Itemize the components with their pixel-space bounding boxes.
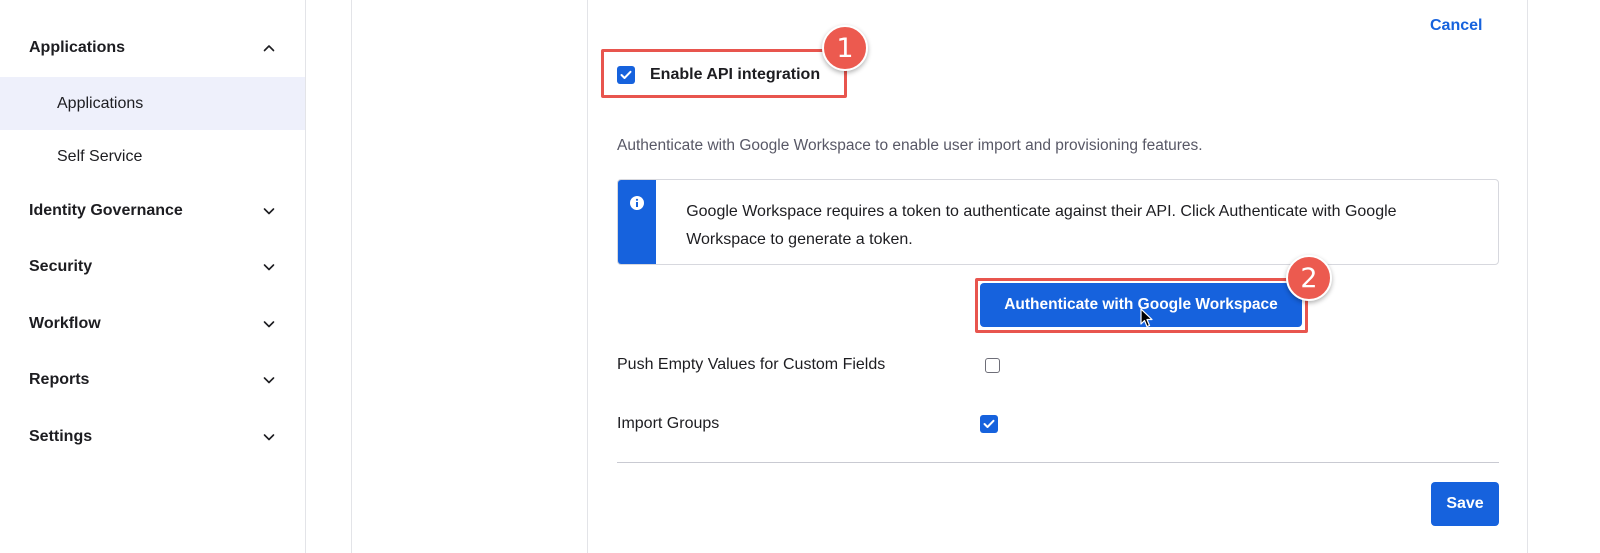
nav-section-label: Workflow [29, 315, 101, 332]
chevron-down-icon [261, 316, 277, 332]
nav-sub-self-service[interactable]: Self Service [0, 130, 305, 183]
nav-section-label: Security [29, 258, 93, 275]
push-empty-values-checkbox[interactable] [985, 358, 1000, 373]
api-description: Authenticate with Google Workspace to en… [617, 137, 1203, 154]
nav-section-security[interactable]: Security [0, 247, 305, 287]
nav-section-label: Reports [29, 371, 90, 388]
info-callout: Google Workspace requires a token to aut… [617, 179, 1499, 265]
mouse-pointer-icon [1140, 308, 1154, 333]
import-groups-label: Import Groups [617, 415, 720, 432]
chevron-down-icon [261, 259, 277, 275]
sidebar: Applications Applications Self Service I… [0, 0, 306, 553]
form-divider [617, 462, 1499, 463]
nav-section-label: Applications [29, 39, 126, 56]
nav-section-settings[interactable]: Settings [0, 417, 305, 457]
checkmark-icon [983, 419, 995, 428]
callout-text: Google Workspace requires a token to aut… [686, 203, 1397, 248]
enable-api-checkbox[interactable] [617, 66, 635, 84]
nav-section-identity-governance[interactable]: Identity Governance [0, 191, 305, 231]
nav-section-applications[interactable]: Applications [0, 28, 305, 68]
nav-section-label: Identity Governance [29, 202, 183, 219]
push-empty-values-label: Push Empty Values for Custom Fields [617, 356, 886, 373]
step-badge-1: 1 [822, 25, 868, 71]
callout-accent-bar [618, 180, 657, 264]
step-badge-2: 2 [1286, 255, 1332, 301]
panel-border-right [1527, 0, 1528, 553]
chevron-down-icon [261, 203, 277, 219]
cancel-link[interactable]: Cancel [1430, 17, 1482, 35]
nav-section-label: Settings [29, 428, 93, 445]
info-icon [630, 196, 645, 210]
chevron-down-icon [261, 429, 277, 445]
chevron-down-icon [261, 372, 277, 388]
chevron-up-icon [261, 40, 277, 56]
nav-section-workflow[interactable]: Workflow [0, 304, 305, 344]
import-groups-checkbox[interactable] [980, 415, 998, 433]
column-divider [351, 0, 352, 553]
nav-sub-applications[interactable]: Applications [0, 77, 305, 130]
nav-sub-label: Self Service [57, 147, 143, 165]
checkmark-icon [620, 70, 632, 79]
nav-sub-label: Applications [57, 94, 144, 112]
save-button[interactable]: Save [1431, 482, 1499, 526]
panel-border-left [587, 0, 588, 553]
nav-section-reports[interactable]: Reports [0, 360, 305, 400]
enable-api-label[interactable]: Enable API integration [650, 66, 820, 84]
